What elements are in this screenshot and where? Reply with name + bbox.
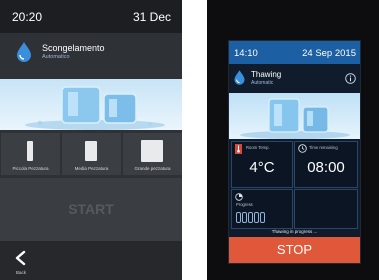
water-drop-icon bbox=[17, 42, 31, 62]
progress-segment bbox=[236, 212, 241, 223]
medium-portion-icon bbox=[85, 141, 97, 161]
option-small[interactable]: Piccola Pezzatura bbox=[1, 133, 60, 175]
program-title: Thawing bbox=[251, 70, 282, 79]
progress-icon bbox=[235, 193, 243, 201]
small-portion-icon bbox=[27, 141, 33, 161]
option-large-label: Grande pezzatura bbox=[134, 166, 171, 171]
option-large[interactable]: Grande pezzatura bbox=[123, 133, 182, 175]
room-temp-panel: Room Temp. 4°C bbox=[231, 141, 293, 188]
status-text: Thawing in progress ... bbox=[271, 229, 318, 234]
water-drop-icon bbox=[234, 70, 245, 85]
clock-icon bbox=[298, 144, 307, 153]
progress-bars bbox=[236, 210, 266, 228]
time-remaining-panel: Time remaining 08:00 bbox=[294, 141, 358, 188]
progress-segment bbox=[242, 212, 247, 223]
status-bar: 20:20 31 Dec bbox=[0, 0, 182, 33]
right-screen: 14:10 24 Sep 2015 Thawing Automatic Room… bbox=[228, 40, 361, 264]
large-portion-icon bbox=[141, 140, 163, 162]
progress-segment bbox=[248, 212, 253, 223]
back-label: Back bbox=[16, 270, 27, 275]
progress-segment bbox=[260, 212, 265, 223]
start-button[interactable]: START bbox=[0, 178, 182, 241]
option-medium-label: Media Pezzatura bbox=[74, 166, 109, 171]
status-bar: 14:10 24 Sep 2015 bbox=[229, 41, 360, 64]
empty-panel bbox=[294, 189, 358, 229]
thermometer-icon bbox=[235, 144, 242, 154]
room-temp-value: 4°C bbox=[249, 159, 275, 176]
ice-cubes-image bbox=[0, 79, 182, 130]
status-time: 14:10 bbox=[234, 48, 258, 59]
info-icon[interactable] bbox=[345, 73, 356, 84]
program-header[interactable]: Scongelamento Automatico bbox=[0, 33, 182, 71]
ice-cubes-image bbox=[229, 93, 360, 139]
progress-panel: Progress bbox=[231, 189, 293, 229]
stop-button[interactable]: STOP bbox=[229, 237, 360, 263]
status-time: 20:20 bbox=[12, 10, 43, 24]
status-date: 31 Dec bbox=[132, 10, 171, 24]
time-remaining-label: Time remaining bbox=[309, 145, 338, 150]
option-medium[interactable]: Media Pezzatura bbox=[62, 133, 121, 175]
status-date: 24 Sep 2015 bbox=[302, 48, 356, 59]
time-remaining-value: 08:00 bbox=[307, 159, 345, 176]
footer-bar: Back bbox=[0, 241, 182, 280]
room-temp-label: Room Temp. bbox=[246, 145, 270, 150]
progress-segment bbox=[254, 212, 259, 223]
progress-label: Progress bbox=[236, 202, 253, 207]
option-small-label: Piccola Pezzatura bbox=[12, 166, 49, 171]
program-title: Scongelamento bbox=[42, 43, 105, 53]
program-subtitle: Automatico bbox=[42, 54, 70, 60]
program-subtitle: Automatic bbox=[251, 80, 274, 86]
program-header[interactable]: Thawing Automatic bbox=[229, 67, 360, 92]
left-screen: 20:20 31 Dec Scongelamento Automatico Pi… bbox=[0, 0, 182, 280]
back-chevron-icon[interactable] bbox=[13, 250, 29, 266]
